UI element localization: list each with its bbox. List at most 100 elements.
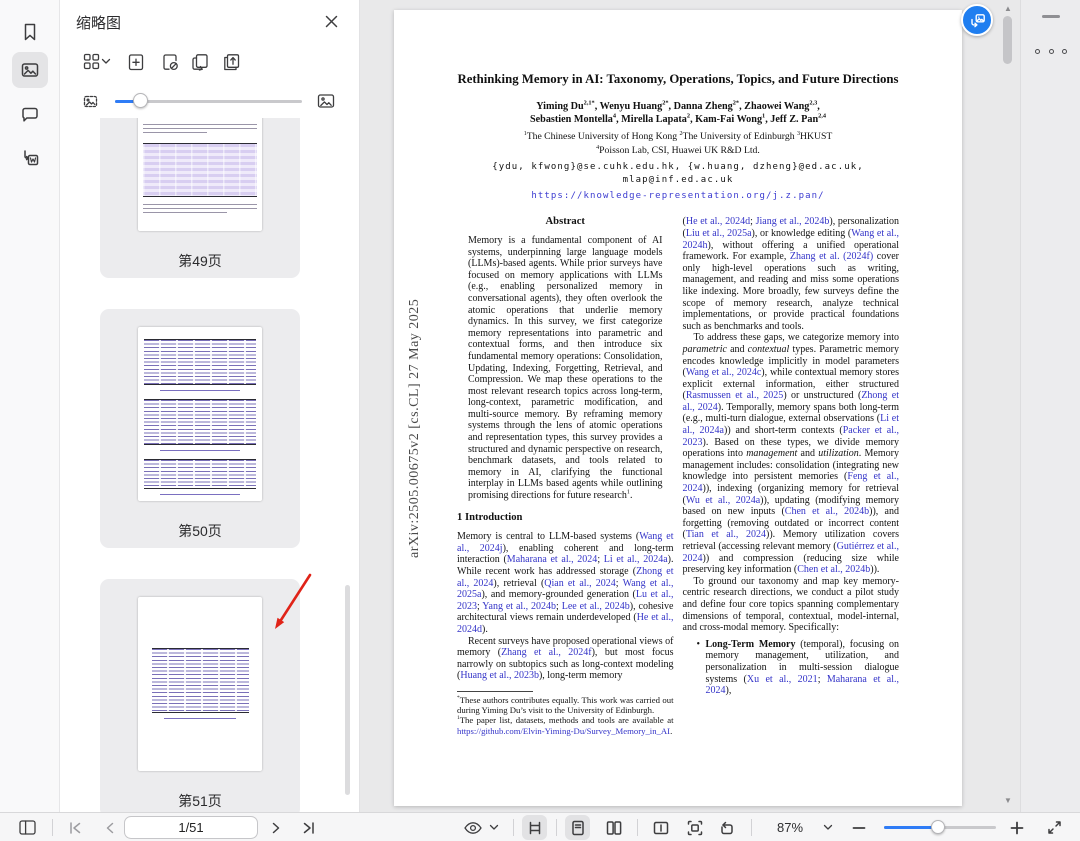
view-options-eye-icon: [462, 819, 484, 837]
dot: [1035, 49, 1040, 54]
paper-email-line1: {ydu, kfwong}@se.cuhk.edu.hk, {w.huang, …: [394, 161, 962, 174]
pdf-reader-window: 缩略图: [0, 0, 1080, 841]
paper-affiliation-line2: 4Poisson Lab, CSI, Huawei UK R&D Ltd.: [394, 144, 962, 158]
prev-page-button[interactable]: [97, 815, 122, 840]
continuous-scroll-icon: [525, 818, 545, 838]
thumbnail-list: 第49页 第50页 第51页: [60, 118, 359, 812]
paper-paragraph: Memory is a fundamental component of AI …: [468, 235, 663, 502]
paper-columns: AbstractMemory is a fundamental componen…: [394, 216, 962, 735]
more-dots-icon[interactable]: [1035, 49, 1067, 54]
zoom-level-value[interactable]: 87%: [764, 820, 816, 835]
scroll-up-icon[interactable]: ▲: [1001, 4, 1015, 14]
dot: [1049, 49, 1054, 54]
insert-page-button[interactable]: [125, 51, 146, 72]
paper-paragraph: Memory is central to LLM-based systems (…: [457, 531, 674, 635]
thumbnail-panel: 缩略图: [60, 0, 360, 812]
comments-icon: [19, 103, 41, 125]
sidebar-item-thumbnails[interactable]: [12, 52, 48, 88]
divider: [637, 819, 638, 836]
paper-paragraph: Long-Term Memory (temporal), focusing on…: [697, 639, 900, 697]
grid-view-icon: [82, 52, 101, 71]
zoom-slider-fill: [884, 826, 937, 829]
fit-height-button[interactable]: [648, 815, 673, 840]
last-page-button[interactable]: [296, 815, 321, 840]
two-page-icon: [604, 818, 624, 838]
sidebar-item-bookmarks[interactable]: [12, 14, 48, 50]
paper-paragraph: To ground our taxonomy and map key memor…: [683, 576, 900, 634]
prev-page-icon: [101, 819, 119, 837]
paper-paragraph: 1 Introduction: [457, 512, 674, 524]
drag-handle-icon[interactable]: [1042, 15, 1060, 18]
first-page-button[interactable]: [62, 815, 87, 840]
paper-paragraph: 1The paper list, datasets, methods and t…: [457, 715, 674, 735]
paper-paragraph: To address these gaps, we categorize mem…: [683, 332, 900, 575]
next-page-button[interactable]: [263, 815, 288, 840]
thumbnails-icon: [19, 59, 41, 81]
last-page-icon: [300, 819, 318, 837]
continuous-scroll-button[interactable]: [522, 815, 547, 840]
fit-height-icon: [651, 818, 671, 838]
right-mini-panel: [1020, 0, 1080, 812]
rotate-view-icon: [717, 818, 737, 838]
zoom-slider-thumb[interactable]: [931, 820, 945, 834]
sidebar-toggle-button[interactable]: [15, 815, 40, 840]
paper-affiliation-line1: 1The Chinese University of Hong Kong 2Th…: [394, 130, 962, 144]
fit-screen-icon: [685, 818, 705, 838]
rotate-view-button[interactable]: [714, 815, 739, 840]
view-options-dropdown[interactable]: [487, 815, 501, 840]
page-50-preview: [138, 327, 262, 501]
document-viewer: arXiv:2505.00675v2 [cs.CL] 27 May 2025 R…: [360, 0, 1020, 812]
paper-email-line2: mlap@inf.ed.ac.uk: [394, 174, 962, 187]
zoom-in-button[interactable]: [1004, 815, 1029, 840]
sidebar-item-comments[interactable]: [12, 96, 48, 132]
thumbnail-page-51[interactable]: 第51页: [100, 579, 300, 812]
first-page-icon: [66, 819, 84, 837]
bottom-toolbar: 87%: [0, 812, 1080, 841]
paper-paragraph: *These authors contributes equally. This…: [457, 695, 674, 715]
thumbnail-page-50[interactable]: 第50页: [100, 309, 300, 548]
view-mode-grid-button[interactable]: [81, 51, 102, 72]
replace-page-icon: [190, 52, 210, 72]
delete-page-button[interactable]: [159, 51, 180, 72]
fullscreen-button[interactable]: [1042, 815, 1067, 840]
small-thumbnail-icon: [82, 93, 99, 110]
delete-page-icon: [160, 52, 180, 72]
fit-screen-button[interactable]: [682, 815, 707, 840]
convert-to-word-icon: [19, 147, 41, 169]
grid-dropdown[interactable]: [100, 51, 112, 72]
replace-page-button[interactable]: [189, 51, 210, 72]
page-number-input[interactable]: [124, 816, 258, 839]
zoom-out-button[interactable]: [846, 815, 871, 840]
next-page-icon: [267, 819, 285, 837]
panel-close-button[interactable]: [322, 12, 340, 30]
chevron-down-icon: [823, 824, 833, 831]
two-page-button[interactable]: [601, 815, 626, 840]
divider: [513, 819, 514, 836]
paper-content: Rethinking Memory in AI: Taxonomy, Opera…: [394, 10, 962, 806]
single-page-button[interactable]: [565, 815, 590, 840]
large-thumbnail-icon: [316, 91, 336, 111]
scroll-down-icon[interactable]: ▼: [1001, 796, 1015, 806]
zoom-dropdown[interactable]: [820, 815, 836, 840]
view-options-button[interactable]: [458, 815, 488, 840]
paper-title: Rethinking Memory in AI: Taxonomy, Opera…: [438, 72, 918, 88]
left-rail: [0, 0, 60, 812]
extract-page-button[interactable]: [220, 51, 241, 72]
zoom-slider[interactable]: [884, 826, 996, 829]
thumbnail-size-slider-thumb[interactable]: [133, 93, 148, 108]
paper-authors-line1: Yiming Du2,1*, Wenyu Huang2*, Danna Zhen…: [394, 100, 962, 114]
thumbnail-size-small[interactable]: [80, 91, 101, 112]
insert-page-icon: [126, 52, 146, 72]
panel-scrollbar[interactable]: [345, 585, 350, 795]
sidebar-toggle-icon: [17, 817, 38, 838]
sidebar-item-convert[interactable]: [12, 140, 48, 176]
thumbnail-page-49[interactable]: 第49页: [100, 118, 300, 278]
document-scrollbar-thumb[interactable]: [1003, 16, 1012, 64]
paper-right-column: (He et al., 2024d; Jiang et al., 2024b),…: [683, 216, 900, 735]
thumbnail-size-large[interactable]: [315, 90, 336, 111]
share-image-float-button[interactable]: [961, 4, 993, 36]
paper-homepage-link[interactable]: https://knowledge-representation.org/j.z…: [394, 191, 962, 201]
zoom-in-icon: [1009, 820, 1025, 836]
paper-paragraph: [457, 691, 533, 692]
divider: [52, 819, 53, 836]
